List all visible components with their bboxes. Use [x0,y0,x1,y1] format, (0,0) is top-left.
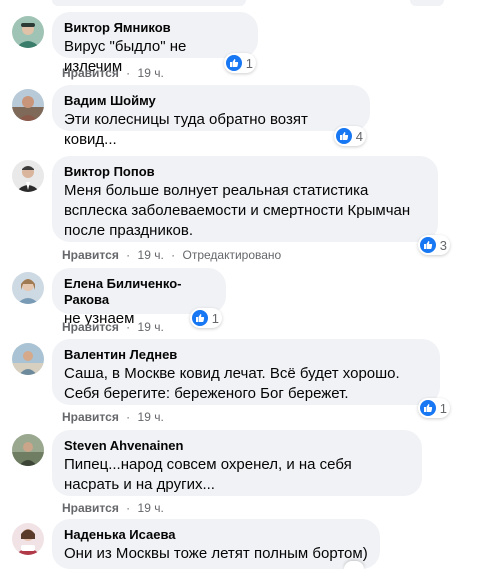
comment-actions: Нравится · 19 ч. [62,319,164,335]
reaction-count-value: 1 [245,55,253,71]
comment-text: Саша, в Москве ковид лечат. Всё будет хо… [64,365,400,402]
comment-author[interactable]: Вадим Шойму [64,93,358,109]
comment-text: Меня больше волнует реальная статистика … [64,182,411,239]
thumbs-up-icon [336,128,352,144]
reaction-count-value: 1 [211,310,219,326]
separator: · [126,320,131,334]
comment-text: Они из Москвы тоже летят полным бортом) [64,545,368,562]
separator: · [126,410,131,424]
timestamp[interactable]: 19 ч. [138,410,164,424]
comment-text: Эти колесницы туда обратно возят ковид..… [64,111,308,148]
like-button[interactable]: Нравится [62,501,119,515]
comment-bubble: Вадим Шойму Эти колесницы туда обратно в… [52,85,370,148]
timestamp[interactable]: 19 ч. [138,320,164,334]
comment-bubble: Виктор Ямников Вирус "быдло" не излечим [52,12,258,75]
comment-author[interactable]: Steven Ahvenainen [64,438,410,454]
separator: · [126,501,131,515]
reaction-count-value: 3 [439,237,447,253]
previous-comment-bubble-edge [52,0,246,6]
like-button[interactable]: Нравится [62,248,119,262]
comment-author[interactable]: Валентин Леднев [64,347,428,363]
reaction-count-value: 1 [439,400,447,416]
reaction-count[interactable]: 1 [224,53,256,73]
comment-actions: Нравится · 19 ч. [62,409,164,425]
thumbs-up-icon [192,310,208,326]
comment-actions: Нравится · 19 ч. [62,500,164,516]
comment-actions: Нравится · 19 ч. [62,65,164,81]
avatar[interactable] [12,160,44,192]
separator: · [171,248,176,262]
edited-label[interactable]: Отредактировано [182,248,281,262]
avatar[interactable] [12,523,44,555]
comment-bubble: Наденька Исаева Они из Москвы тоже летят… [52,519,380,569]
thumbs-up-icon [420,237,436,253]
like-button[interactable]: Нравится [62,320,119,334]
reaction-count[interactable]: 1 [190,308,222,328]
timestamp[interactable]: 19 ч. [138,66,164,80]
separator: · [126,66,131,80]
comment-bubble: Валентин Леднев Саша, в Москве ковид леч… [52,339,440,405]
timestamp[interactable]: 19 ч. [138,501,164,515]
separator: · [126,248,131,262]
reaction-count[interactable]: 4 [334,126,366,146]
comment-author[interactable]: Виктор Попов [64,164,426,180]
comment-text: Пипец...народ совсем охренел, и на себя … [64,456,352,493]
comment-author[interactable]: Виктор Ямников [64,20,246,36]
comment-author[interactable]: Наденька Исаева [64,527,368,543]
comment-author[interactable]: Елена Биличенко-Ракова [64,276,214,308]
comment-bubble: Steven Ahvenainen Пипец...народ совсем о… [52,430,422,496]
comment-bubble: Виктор Попов Меня больше волнует реальна… [52,156,438,242]
reaction-count[interactable]: 1 [418,398,450,418]
thumbs-up-icon [420,400,436,416]
reaction-count-value: 4 [355,128,363,144]
reaction-count[interactable]: 3 [418,235,450,255]
avatar[interactable] [12,89,44,121]
avatar[interactable] [12,343,44,375]
like-button[interactable]: Нравится [62,66,119,80]
reaction-count[interactable] [344,561,364,569]
thumbs-up-icon [226,55,242,71]
timestamp[interactable]: 19 ч. [138,248,164,262]
avatar[interactable] [12,272,44,304]
avatar[interactable] [12,16,44,48]
previous-comment-reaction-edge [410,0,444,6]
avatar[interactable] [12,434,44,466]
comment-actions: Нравится · 19 ч. · Отредактировано [62,247,281,263]
like-button[interactable]: Нравится [62,410,119,424]
